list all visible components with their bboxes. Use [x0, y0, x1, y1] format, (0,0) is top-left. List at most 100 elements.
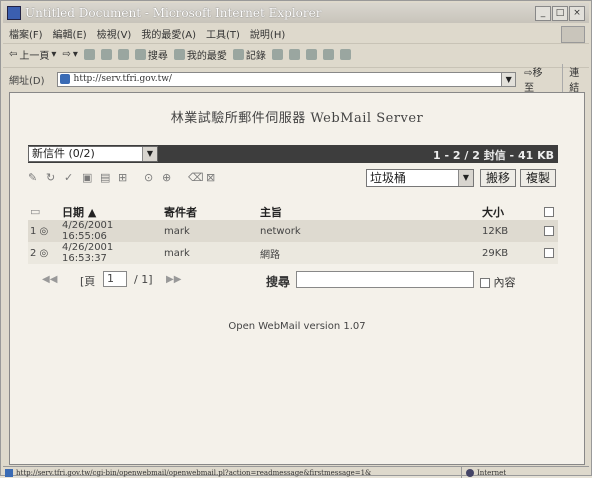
select-all-header[interactable]: [542, 203, 558, 220]
status-bar: http://serv.tfri.gov.tw/cgi-bin/openwebm…: [3, 466, 589, 478]
message-table: ▭ 日期 ▲ 寄件者 主旨 大小 1 ◎ 4/26/2001 16:55:06 …: [28, 203, 558, 264]
folders-icon[interactable]: ▣: [82, 172, 94, 183]
row-number: 1 ◎: [28, 220, 60, 242]
first-page-icon[interactable]: ◀◀: [42, 274, 57, 285]
sender-header[interactable]: 寄件者: [162, 203, 258, 220]
refresh-mail-icon[interactable]: ↻: [46, 172, 58, 183]
action-icons: ✎ ↻ ✓ ▣ ▤ ⊞ ⊙ ⊕ ⌫ ⊠ 垃圾桶 ▼ 搬移 複製: [28, 169, 558, 189]
history-label: 記錄: [245, 51, 266, 62]
page-input[interactable]: 1: [103, 271, 127, 287]
row-size: 12KB: [480, 220, 542, 242]
last-page-icon[interactable]: ▶▶: [166, 274, 181, 285]
menu-file[interactable]: 檔案(F): [9, 26, 43, 41]
page-suffix: / 1]: [134, 273, 153, 286]
home-icon[interactable]: [117, 49, 129, 60]
pager: ◀◀ [頁 1 / 1] ▶▶ 搜尋 內容: [28, 271, 558, 291]
prefs-icon[interactable]: ✓: [64, 172, 76, 183]
title-bar: Untitled Document - Microsoft Internet E…: [3, 3, 589, 23]
edit-icon[interactable]: [305, 49, 317, 60]
content-checkbox[interactable]: 內容: [480, 274, 516, 290]
table-header: ▭ 日期 ▲ 寄件者 主旨 大小: [28, 203, 558, 220]
links-button[interactable]: 連結: [562, 64, 589, 94]
window-title: Untitled Document - Microsoft Internet E…: [25, 6, 322, 20]
row-checkbox[interactable]: [542, 242, 558, 264]
minimize-button[interactable]: _: [535, 6, 551, 21]
empty-trash-icon[interactable]: ⌫: [188, 172, 204, 183]
refresh-icon[interactable]: [100, 49, 112, 60]
menu-edit[interactable]: 編輯(E): [53, 26, 87, 41]
message-count: 1 - 2 / 2 封信 - 41 KB: [433, 149, 554, 162]
page-icon: [59, 74, 70, 84]
search-mail-label: 搜尋: [266, 275, 291, 289]
version-text: Open WebMail version 1.07: [228, 321, 366, 332]
forward-arrow-icon: ⇨: [62, 49, 71, 60]
chevron-down-icon: ▾: [51, 49, 57, 60]
stop-icon[interactable]: [83, 49, 95, 60]
row-sender[interactable]: mark: [162, 242, 258, 264]
row-number: 2 ◎: [28, 242, 60, 264]
favorites-label: 我的最愛: [186, 51, 227, 62]
discuss-icon[interactable]: [322, 49, 334, 60]
menu-help[interactable]: 說明(H): [250, 26, 285, 41]
browser-window: Untitled Document - Microsoft Internet E…: [0, 0, 592, 478]
page-icon: [5, 468, 13, 477]
standard-toolbar: ⇦ 上一頁 ▾ ⇨ ▾ 搜尋 我的最愛 記錄: [3, 43, 589, 65]
logout-icon[interactable]: ⊠: [206, 172, 218, 183]
subject-header[interactable]: 主旨: [258, 203, 480, 220]
compose-icon[interactable]: ✎: [28, 172, 40, 183]
favorites-icon: [173, 49, 185, 60]
copy-button[interactable]: 複製: [520, 169, 556, 187]
search-icon: [134, 49, 146, 60]
status-header: ▭: [30, 205, 41, 218]
search-button[interactable]: 搜尋: [134, 47, 168, 62]
back-button[interactable]: ⇦ 上一頁 ▾: [9, 47, 56, 62]
folder-select[interactable]: 新信件 (0/2) ▼: [28, 146, 158, 162]
ie-icon: [7, 6, 21, 20]
folder-bar: 新信件 (0/2) ▼ 1 - 2 / 2 封信 - 41 KB: [28, 145, 558, 163]
menu-bar: 檔案(F) 編輯(E) 檢視(V) 我的最愛(A) 工具(T) 說明(H): [3, 25, 589, 43]
search-mail-icon[interactable]: ⊙: [144, 172, 156, 183]
move-button[interactable]: 搬移: [480, 169, 516, 187]
spam-icon[interactable]: ⊕: [162, 172, 174, 183]
forward-button[interactable]: ⇨ ▾: [62, 49, 77, 60]
chevron-down-icon: ▾: [72, 49, 78, 60]
addressbook-icon[interactable]: ▤: [100, 172, 112, 183]
table-row[interactable]: 1 ◎ 4/26/2001 16:55:06 mark network 12KB: [28, 220, 558, 242]
table-row[interactable]: 2 ◎ 4/26/2001 16:53:37 mark 網路 29KB: [28, 242, 558, 264]
menu-view[interactable]: 檢視(V): [97, 26, 132, 41]
status-text: http://serv.tfri.gov.tw/cgi-bin/openwebm…: [16, 468, 372, 477]
security-zone: Internet: [461, 467, 506, 478]
menu-favorites[interactable]: 我的最愛(A): [141, 26, 196, 41]
row-sender[interactable]: mark: [162, 220, 258, 242]
row-date: 4/26/2001 16:55:06: [60, 220, 162, 242]
server-title: 林業試驗所郵件伺服器 WebMail Server: [170, 111, 424, 126]
address-url: http://serv.tfri.gov.tw/: [73, 74, 172, 84]
row-checkbox[interactable]: [542, 220, 558, 242]
back-label: 上一頁: [19, 51, 50, 62]
page-content: 林業試驗所郵件伺服器 WebMail Server 新信件 (0/2) ▼ 1 …: [9, 92, 585, 465]
page-prefix: [頁: [80, 275, 96, 288]
globe-icon: [466, 468, 474, 477]
search-label: 搜尋: [147, 51, 168, 62]
history-button[interactable]: 記錄: [232, 47, 266, 62]
filter-icon[interactable]: ⊞: [118, 172, 130, 183]
address-dropdown-button[interactable]: ▼: [502, 71, 517, 87]
date-header[interactable]: 日期 ▲: [60, 203, 162, 220]
close-button[interactable]: ×: [569, 6, 585, 21]
mail-icon[interactable]: [271, 49, 283, 60]
chevron-down-icon: ▼: [458, 170, 473, 186]
row-subject[interactable]: network: [258, 220, 480, 242]
messenger-icon[interactable]: [339, 49, 351, 60]
address-label: 網址(D): [9, 75, 45, 87]
print-icon[interactable]: [288, 49, 300, 60]
destination-folder-select[interactable]: 垃圾桶 ▼: [366, 169, 474, 187]
menu-tools[interactable]: 工具(T): [206, 26, 240, 41]
search-mail-input[interactable]: [296, 271, 474, 288]
favorites-button[interactable]: 我的最愛: [173, 47, 227, 62]
go-button[interactable]: ⇨移至: [524, 64, 552, 94]
address-input[interactable]: http://serv.tfri.gov.tw/: [56, 71, 503, 87]
maximize-button[interactable]: □: [552, 6, 568, 21]
address-bar: 網址(D) http://serv.tfri.gov.tw/ ▼ ⇨移至 連結: [3, 64, 589, 94]
row-subject[interactable]: 網路: [258, 242, 480, 264]
size-header[interactable]: 大小: [480, 203, 542, 220]
